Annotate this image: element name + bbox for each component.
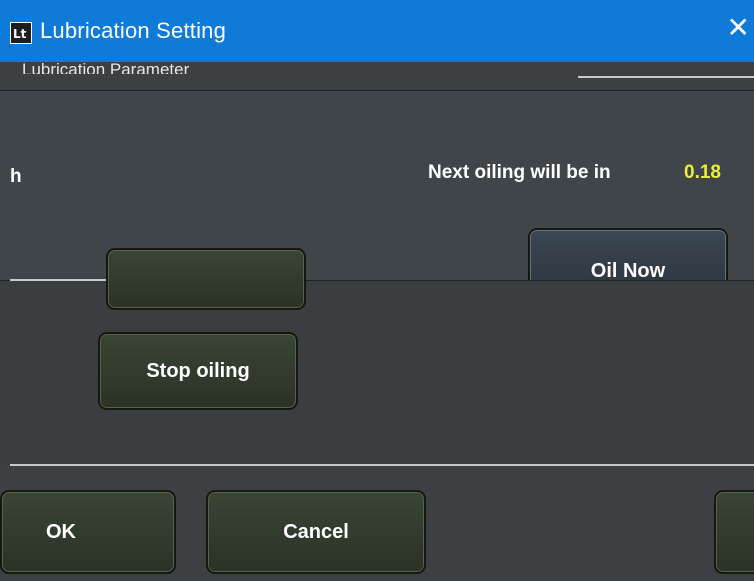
partial-hidden-button[interactable] [106, 248, 306, 310]
stop-oiling-button[interactable]: Stop oiling [98, 332, 298, 410]
next-oiling-label: Next oiling will be in [428, 162, 611, 183]
app-logo-icon: Lt [13, 27, 27, 41]
app-icon: Lt [10, 22, 32, 44]
window-title: Lubrication Setting [40, 18, 227, 43]
close-icon[interactable]: ✕ [727, 14, 750, 42]
hours-unit-label: h [10, 166, 22, 187]
ok-button[interactable]: OK [0, 490, 176, 574]
next-oiling-value: 0.18 [684, 162, 721, 183]
svg-text:Lt: Lt [13, 27, 27, 41]
lubrication-parameter-group-label: Lubrication Parameter [22, 60, 190, 74]
cancel-button[interactable]: Cancel [206, 490, 426, 574]
group-border-line [578, 76, 754, 78]
partial-right-button[interactable] [714, 490, 754, 574]
title-bar: Lt Lubrication Setting ✕ [0, 0, 754, 62]
